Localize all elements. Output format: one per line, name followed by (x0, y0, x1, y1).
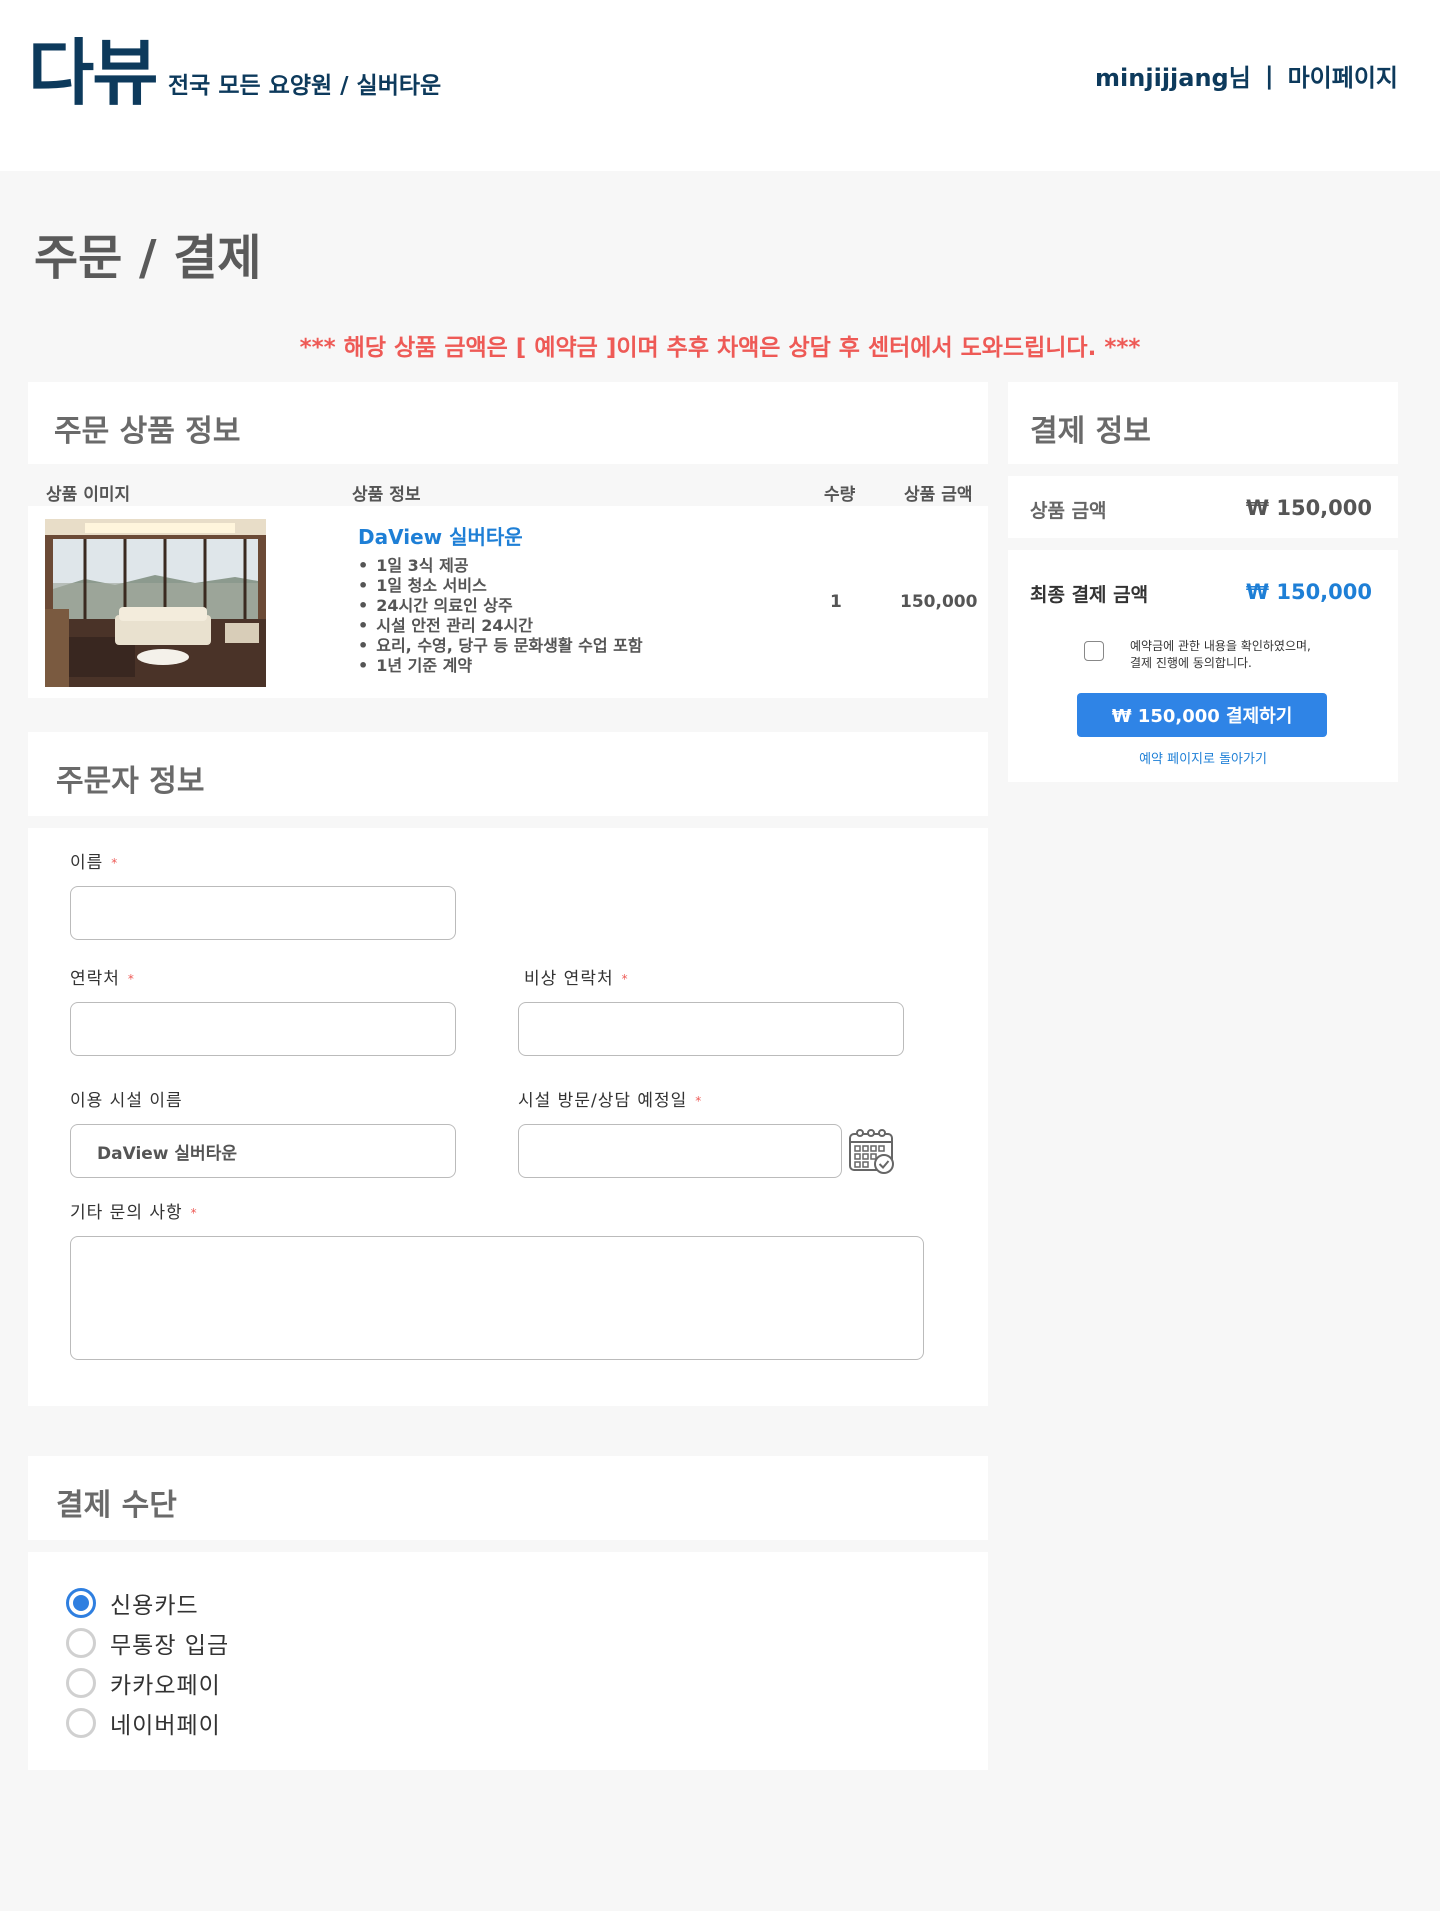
phone-label: 연락처 * (70, 964, 135, 989)
order-product-row: DaView 실버타운 1일 3식 제공 1일 청소 서비스 24시간 의료인 … (28, 506, 988, 698)
product-feature: 1일 3식 제공 (358, 556, 643, 576)
phone-label-text: 연락처 (70, 969, 120, 989)
product-quantity: 1 (830, 592, 842, 612)
product-image (45, 519, 266, 687)
product-amount-value: ₩ 150,000 (1245, 496, 1372, 520)
radio-button[interactable] (66, 1668, 96, 1698)
payment-option-naverpay[interactable]: 네이버페이 (66, 1706, 221, 1740)
inquiry-label: 기타 문의 사항 * (70, 1198, 198, 1223)
column-header-image: 상품 이미지 (46, 485, 131, 505)
logo[interactable]: 다뷰 (28, 14, 158, 119)
final-amount-value: ₩ 150,000 (1245, 580, 1372, 604)
payment-info-header: 결제 정보 (1008, 382, 1398, 464)
site-header: 다뷰 전국 모든 요양원 / 실버타운 minjijjang님 | 마이페이지 (0, 0, 1440, 171)
calendar-icon[interactable] (848, 1126, 896, 1174)
payment-option-kakaopay[interactable]: 카카오페이 (66, 1666, 221, 1700)
product-price: 150,000 (900, 592, 978, 612)
facility-input[interactable] (70, 1124, 456, 1178)
column-header-price: 상품 금액 (904, 485, 973, 505)
user-area: minjijjang님 | 마이페이지 (1095, 58, 1398, 93)
product-features: 1일 3식 제공 1일 청소 서비스 24시간 의료인 상주 시설 안전 관리 … (358, 556, 643, 676)
orderer-form: 이름 * 연락처 * 비상 연락처 * 이용 시설 이름 시설 방문/상담 예정일 * (28, 828, 988, 1406)
product-amount-row: 상품 금액 ₩ 150,000 (1008, 476, 1398, 538)
facility-label: 이용 시설 이름 (70, 1091, 183, 1111)
emergency-phone-label: 비상 연락처 * (524, 964, 629, 989)
product-amount-label: 상품 금액 (1030, 500, 1107, 522)
name-input[interactable] (70, 886, 456, 940)
tagline: 전국 모든 요양원 / 실버타운 (168, 73, 442, 99)
required-mark: * (127, 972, 135, 986)
order-product-title: 주문 상품 정보 (54, 414, 241, 449)
visit-date-input[interactable] (518, 1124, 842, 1178)
payment-method-title: 결제 수단 (56, 1488, 177, 1523)
product-feature: 1일 청소 서비스 (358, 576, 643, 596)
header-separator: | (1264, 61, 1274, 90)
payment-option-bank-transfer[interactable]: 무통장 입금 (66, 1626, 229, 1660)
payment-method-header: 결제 수단 (28, 1456, 988, 1540)
order-product-header: 주문 상품 정보 (28, 382, 988, 464)
payment-option-label: 신용카드 (110, 1593, 199, 1619)
agree-text-line: 예약금에 관한 내용을 확인하였으며, (1130, 639, 1311, 653)
pay-button[interactable]: ₩ 150,000 결제하기 (1077, 693, 1327, 737)
payment-option-label: 카카오페이 (110, 1673, 221, 1699)
required-mark: * (190, 1206, 198, 1220)
visit-date-label-text: 시설 방문/상담 예정일 (518, 1091, 688, 1111)
name-label: 이름 * (70, 848, 118, 873)
radio-button[interactable] (66, 1588, 96, 1618)
column-header-qty: 수량 (824, 485, 856, 505)
product-feature: 시설 안전 관리 24시간 (358, 616, 643, 636)
radio-button[interactable] (66, 1628, 96, 1658)
agree-text-line: 결제 진행에 동의합니다. (1130, 656, 1252, 670)
back-to-reservation-link[interactable]: 예약 페이지로 돌아가기 (1008, 748, 1398, 767)
required-mark: * (695, 1094, 703, 1108)
final-amount-panel: 최종 결제 금액 ₩ 150,000 예약금에 관한 내용을 확인하였으며, 결… (1008, 550, 1398, 782)
mypage-link[interactable]: 마이페이지 (1288, 58, 1398, 93)
phone-input[interactable] (70, 1002, 456, 1056)
name-label-text: 이름 (70, 853, 104, 873)
radio-button[interactable] (66, 1708, 96, 1738)
final-amount-label: 최종 결제 금액 (1030, 584, 1149, 606)
inquiry-label-text: 기타 문의 사항 (70, 1203, 183, 1223)
order-table-header: 상품 이미지 상품 정보 수량 상품 금액 (28, 464, 988, 506)
orderer-info-header: 주문자 정보 (28, 732, 988, 816)
agree-checkbox[interactable] (1084, 641, 1104, 661)
column-header-info: 상품 정보 (352, 485, 421, 505)
payment-option-credit-card[interactable]: 신용카드 (66, 1586, 199, 1620)
deposit-notice: *** 해당 상품 금액은 [ 예약금 ]이며 추후 차액은 상담 후 센터에서… (299, 335, 1141, 361)
orderer-info-title: 주문자 정보 (56, 764, 205, 799)
payment-option-label: 무통장 입금 (110, 1633, 230, 1659)
product-feature: 1년 기준 계약 (358, 656, 643, 676)
emergency-phone-label-text: 비상 연락처 (524, 969, 614, 989)
visit-date-label: 시설 방문/상담 예정일 * (518, 1086, 702, 1111)
agree-text: 예약금에 관한 내용을 확인하였으며, 결제 진행에 동의합니다. (1130, 638, 1360, 672)
product-feature: 24시간 의료인 상주 (358, 596, 643, 616)
page-title: 주문 / 결제 (34, 230, 262, 286)
emergency-phone-input[interactable] (518, 1002, 904, 1056)
required-mark: * (111, 856, 119, 870)
username-link[interactable]: minjijjang님 (1095, 58, 1251, 93)
required-mark: * (621, 972, 629, 986)
inquiry-textarea[interactable] (70, 1236, 924, 1360)
product-name[interactable]: DaView 실버타운 (358, 521, 523, 550)
payment-method-options: 신용카드 무통장 입금 카카오페이 네이버페이 (28, 1552, 988, 1770)
product-feature: 요리, 수영, 당구 등 문화생활 수업 포함 (358, 636, 642, 656)
payment-option-label: 네이버페이 (110, 1713, 221, 1739)
payment-info-title: 결제 정보 (1030, 414, 1151, 449)
